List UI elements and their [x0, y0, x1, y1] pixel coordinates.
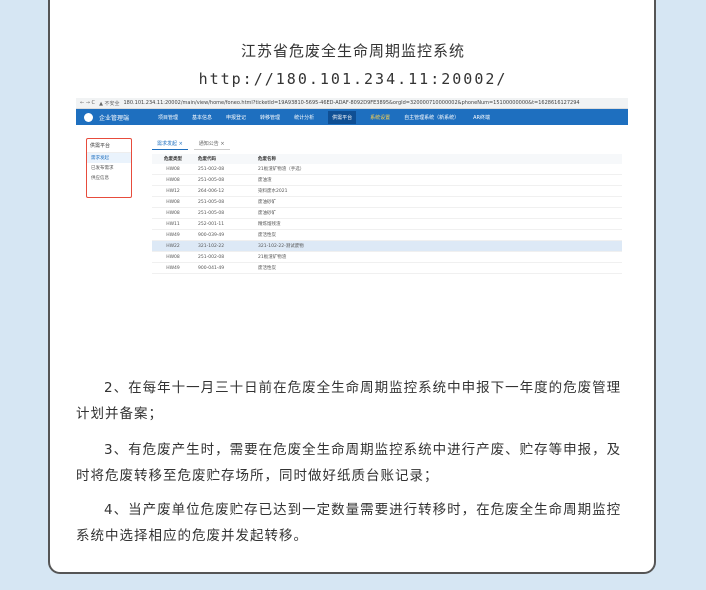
nav-item: AR终端 — [473, 114, 491, 121]
nav-item: 统计分析 — [294, 114, 315, 121]
left-sidebar: 供需平台 需求发起 已发布需求 供应信息 — [86, 138, 132, 198]
nav-item: 自主管理系统（新系统） — [404, 114, 460, 121]
nav-item: 项目管理 — [158, 114, 179, 121]
table-cell: HW22 — [152, 240, 194, 252]
col-header: 危废类型 — [152, 154, 194, 164]
table-cell: HW12 — [152, 185, 194, 197]
table-row: HW08 251-005-08 废油砂矿 — [152, 207, 622, 219]
table-cell: 321-102-22 — [194, 240, 254, 252]
tab-bar: 需求发起 × 通知公告 × — [152, 138, 230, 150]
nav-item: 申报登记 — [226, 114, 247, 121]
tab-notice: 通知公告 × — [193, 138, 230, 150]
browser-address-bar: ← → C ▲ 不安全 180.101.234.11:20002/main/vi… — [76, 98, 628, 109]
table-cell: 900-039-49 — [194, 229, 254, 241]
logo-label: 企业管理端 — [99, 114, 130, 122]
table-row: HW11 252-001-11 精炼馏残渣 — [152, 218, 622, 230]
waste-table: 危废类型 危废代码 危废名称 HW08 251-002-08 21板渣矿物渣（手选）… — [152, 154, 622, 274]
col-header: 危废代码 — [194, 154, 254, 164]
table-cell: 264-006-12 — [194, 185, 254, 197]
sidebar-item: 已发布需求 — [91, 166, 114, 171]
table-cell: 251-005-08 — [194, 196, 254, 208]
table-row: HW08 251-002-08 21板渣矿物渣（手选） — [152, 164, 622, 175]
table-cell: HW49 — [152, 229, 194, 241]
table-cell: 251-005-08 — [194, 207, 254, 219]
browser-nav-icons: ← → C — [80, 100, 96, 106]
col-header: 危废名称 — [254, 154, 622, 164]
nav-item: 基本信息 — [192, 114, 213, 121]
insecure-label: ▲ 不安全 — [99, 100, 120, 107]
table-cell: 废活性炭 — [254, 262, 622, 274]
sidebar-item: 需求发起 — [87, 153, 131, 163]
table-cell: 废油砂矿 — [254, 207, 622, 219]
table-cell: HW49 — [152, 262, 194, 274]
table-cell: 252-001-11 — [194, 218, 254, 230]
table-cell: 251-002-08 — [194, 164, 254, 175]
table-cell: 21板渣矿物渣（手选） — [254, 164, 622, 175]
browser-url: 180.101.234.11:20002/main/view/home/fone… — [123, 100, 580, 106]
table-cell: 废油砂矿 — [254, 196, 622, 208]
system-title: 江苏省危废全生命周期监控系统 — [240, 42, 465, 60]
nav-item: 转移管理 — [260, 114, 281, 121]
table-row: HW22 321-102-22 321-102-22-测试废物 — [152, 240, 622, 252]
table-cell: 900-041-49 — [194, 262, 254, 274]
table-cell: 染料废水2021 — [254, 185, 622, 197]
nav-item-active: 供需平台 — [328, 110, 357, 124]
table-cell: HW11 — [152, 218, 194, 230]
table-cell: HW08 — [152, 164, 194, 175]
table-cell: HW08 — [152, 251, 194, 263]
embedded-screenshot: ← → C ▲ 不安全 180.101.234.11:20002/main/vi… — [76, 98, 628, 310]
sidebar-title: 供需平台 — [87, 139, 131, 153]
table-row: HW08 251-005-08 废油渣 — [152, 174, 622, 186]
sidebar-item: 供应信息 — [91, 176, 109, 181]
table-cell: 251-002-08 — [194, 251, 254, 263]
table-cell: HW08 — [152, 174, 194, 186]
table-cell: HW08 — [152, 196, 194, 208]
paragraph-3: 3、有危废产生时，需要在危废全生命周期监控系统中进行产废、贮存等申报，及时将危废… — [76, 442, 622, 484]
table-cell: 251-005-08 — [194, 174, 254, 186]
table-row: HW08 251-005-08 废油砂矿 — [152, 196, 622, 208]
table-cell: 精炼馏残渣 — [254, 218, 622, 230]
table-cell: HW08 — [152, 207, 194, 219]
tab-demand: 需求发起 × — [152, 138, 188, 150]
table-cell: 废油渣 — [254, 174, 622, 186]
table-row: HW49 900-039-49 废活性炭 — [152, 229, 622, 241]
paragraph-2: 2、在每年十一月三十日前在危废全生命周期监控系统中申报下一年度的危废管理计划并备… — [76, 380, 622, 422]
table-cell: 21板渣矿物渣 — [254, 251, 622, 263]
system-url[interactable]: http://180.101.234.11:20002/ — [0, 70, 706, 88]
table-cell: 废活性炭 — [254, 229, 622, 241]
paragraph-4: 4、当产废单位危废贮存已达到一定数量需要进行转移时，在危废全生命周期监控系统中选… — [76, 502, 622, 544]
nav-item: 系统设置 — [370, 114, 391, 121]
table-row: HW49 900-041-49 废活性炭 — [152, 262, 622, 274]
app-logo: 企业管理端 — [76, 112, 144, 122]
recycle-icon — [84, 112, 93, 122]
table-row: HW08 251-002-08 21板渣矿物渣 — [152, 251, 622, 263]
top-nav: 企业管理端 项目管理 基本信息 申报登记 转移管理 统计分析 供需平台 系统设置… — [76, 109, 628, 125]
table-row: HW12 264-006-12 染料废水2021 — [152, 185, 622, 197]
table-cell: 321-102-22-测试废物 — [254, 240, 622, 252]
